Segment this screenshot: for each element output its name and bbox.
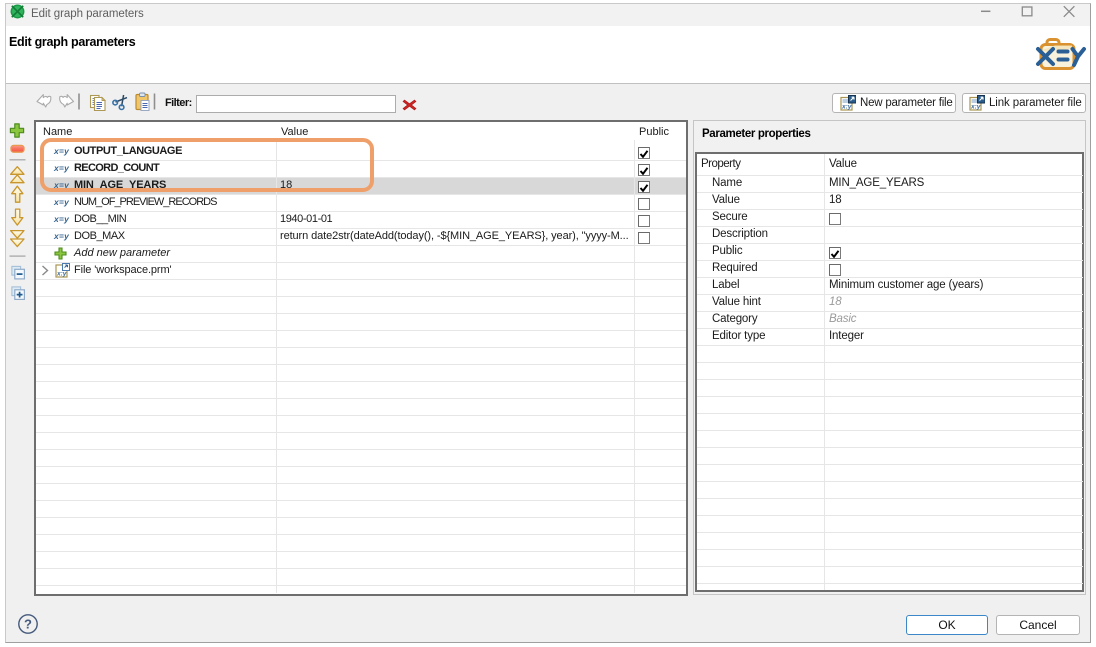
svg-text:?: ? — [24, 617, 32, 632]
svg-text:x:y: x:y — [56, 271, 67, 278]
svg-text:x:y: x:y — [970, 104, 981, 111]
svg-text:x:y: x:y — [841, 104, 852, 111]
